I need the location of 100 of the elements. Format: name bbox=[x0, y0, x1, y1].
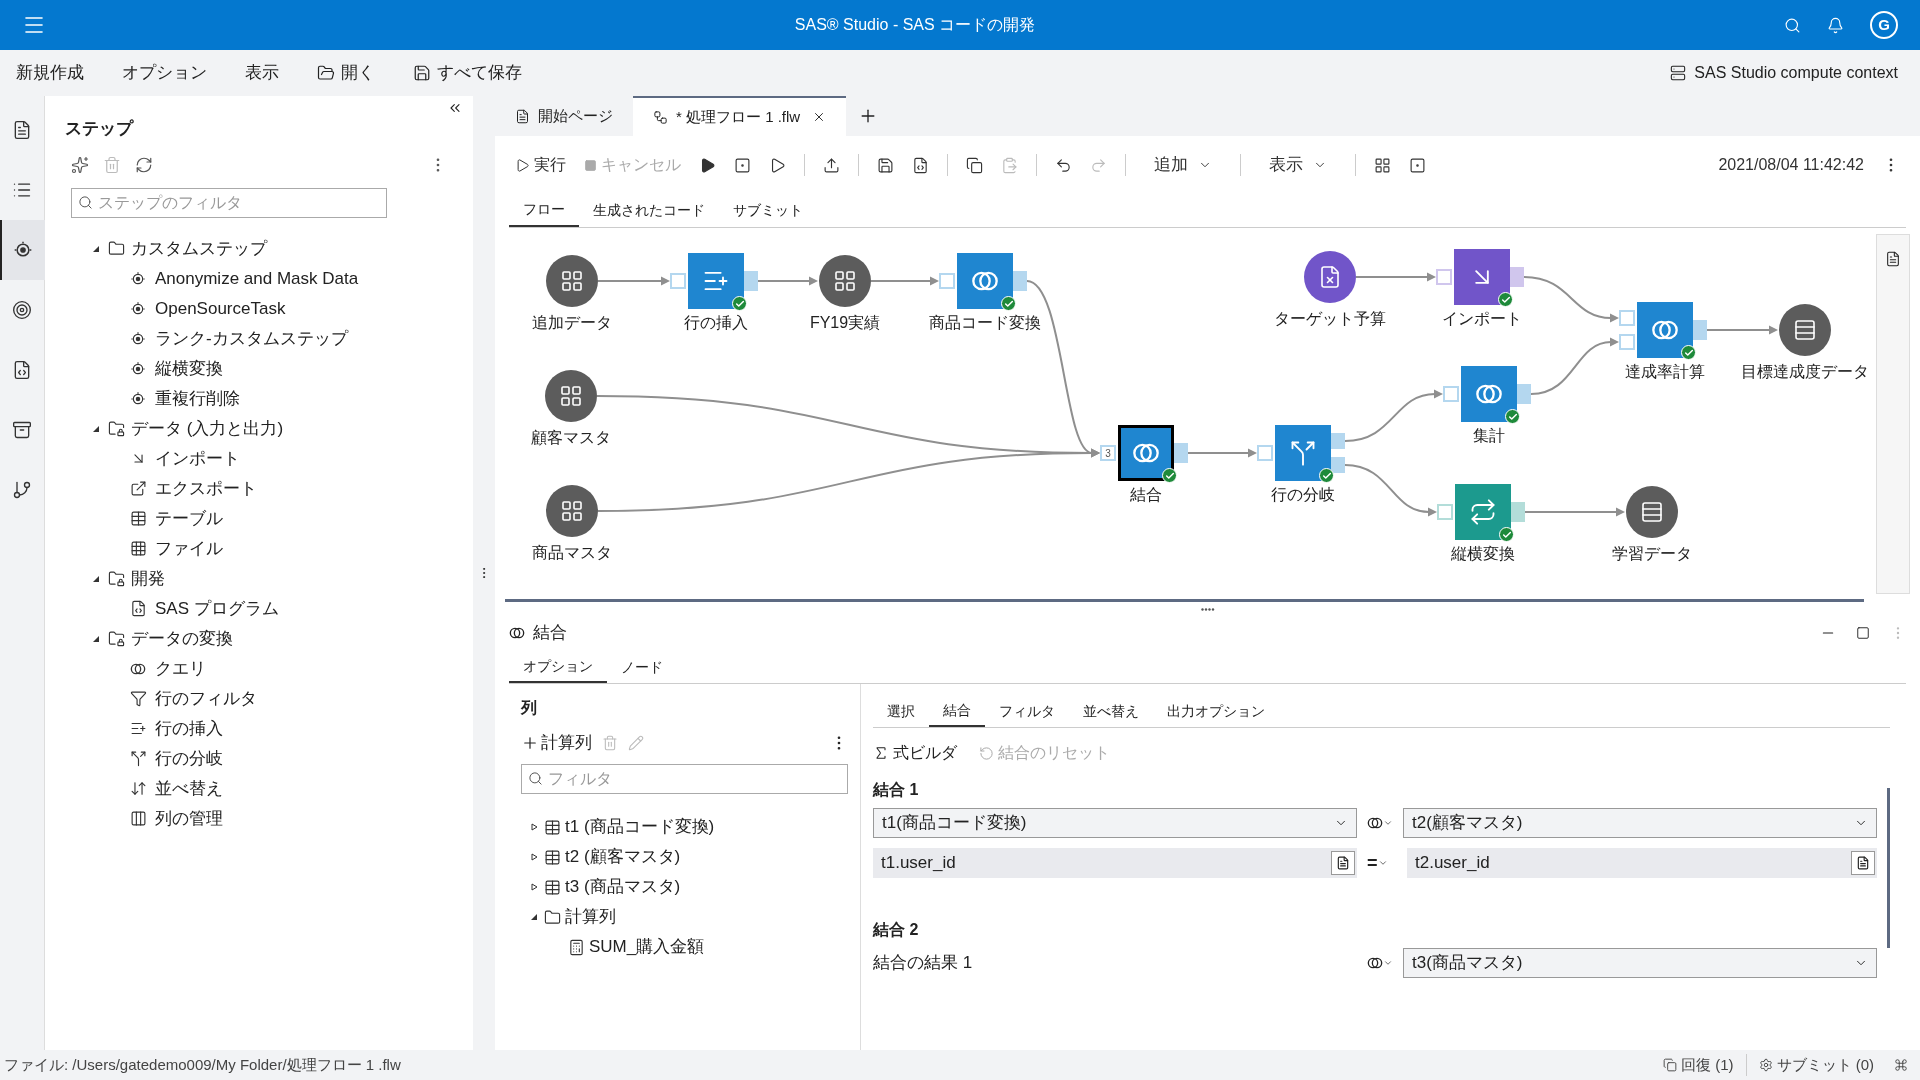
input-port[interactable] bbox=[1619, 334, 1635, 350]
join-type-icon[interactable] bbox=[1367, 955, 1383, 971]
step-item[interactable]: 行のフィルタ bbox=[155, 685, 257, 712]
data-node[interactable] bbox=[546, 485, 598, 537]
step-item[interactable]: OpenSourceTask bbox=[155, 295, 286, 322]
run-from-icon[interactable] bbox=[699, 156, 716, 174]
rail-button[interactable] bbox=[0, 220, 45, 280]
view-menu-button[interactable]: 表示 bbox=[1269, 152, 1303, 178]
collapsed-caret-icon[interactable] bbox=[529, 852, 539, 862]
input-port[interactable] bbox=[1436, 269, 1452, 285]
add-menu-button[interactable]: 追加 bbox=[1154, 152, 1188, 178]
menu-item[interactable]: オプション bbox=[122, 60, 207, 86]
data-node[interactable] bbox=[1626, 486, 1678, 538]
collapsed-caret-icon[interactable] bbox=[529, 822, 539, 832]
menu-item[interactable]: 開く bbox=[341, 60, 375, 86]
step-item[interactable]: 並べ替え bbox=[155, 775, 223, 802]
step-item[interactable]: 重複行削除 bbox=[155, 385, 240, 412]
step-item[interactable]: 列の管理 bbox=[155, 805, 223, 832]
bell-icon[interactable] bbox=[1827, 16, 1844, 34]
column-picker-icon[interactable] bbox=[1851, 851, 1875, 875]
key-field[interactable]: t2.user_id bbox=[1407, 848, 1877, 878]
column-group[interactable]: 計算列 bbox=[565, 904, 616, 930]
command-icon[interactable] bbox=[1894, 1058, 1908, 1072]
undo-icon[interactable] bbox=[1055, 156, 1072, 174]
new-step-icon[interactable] bbox=[71, 155, 89, 174]
join-type-icon[interactable] bbox=[1367, 815, 1383, 831]
operator-select[interactable]: = bbox=[1367, 849, 1378, 877]
document-tab[interactable]: 開始ページ bbox=[495, 96, 633, 136]
panel-tab[interactable]: オプション bbox=[509, 651, 607, 683]
data-node[interactable] bbox=[1304, 251, 1356, 303]
document-tab[interactable]: * 処理フロー 1 .flw bbox=[633, 96, 847, 136]
data-node[interactable] bbox=[1779, 304, 1831, 356]
tree-folder[interactable]: データの変換 bbox=[131, 625, 233, 652]
panel-tab[interactable]: フィルタ bbox=[985, 695, 1069, 727]
column-filter-field[interactable]: フィルタ bbox=[521, 764, 848, 794]
refresh-icon[interactable] bbox=[135, 155, 153, 174]
step-item[interactable]: ファイル bbox=[155, 535, 223, 562]
menu-item[interactable]: 表示 bbox=[245, 60, 279, 86]
column-group[interactable]: t1 (商品コード変換) bbox=[565, 814, 715, 840]
step-item[interactable]: エクスポート bbox=[155, 475, 257, 502]
view-tab[interactable]: フロー bbox=[509, 193, 579, 227]
panel-tab[interactable]: 並べ替え bbox=[1069, 695, 1153, 727]
input-port[interactable] bbox=[1619, 310, 1635, 326]
column-group[interactable]: t3 (商品マスタ) bbox=[565, 874, 681, 900]
step-item[interactable]: インポート bbox=[155, 445, 240, 472]
maximize-icon[interactable] bbox=[1856, 626, 1870, 640]
data-node[interactable] bbox=[546, 255, 598, 307]
column-picker-icon[interactable] bbox=[1331, 851, 1355, 875]
panel-tab[interactable]: ノード bbox=[607, 651, 677, 683]
menu-item[interactable]: すべて保存 bbox=[437, 60, 522, 86]
view-tab[interactable]: 生成されたコード bbox=[579, 193, 719, 227]
table-select[interactable]: t2(顧客マスタ) bbox=[1403, 808, 1877, 838]
input-port[interactable] bbox=[1437, 504, 1453, 520]
step-item[interactable]: Anonymize and Mask Data bbox=[155, 265, 359, 292]
recovery-button[interactable]: 回復 (1) bbox=[1681, 1053, 1734, 1077]
step-item[interactable]: 縦横変換 bbox=[155, 355, 223, 382]
submit-status-button[interactable]: サブミット (0) bbox=[1776, 1053, 1874, 1077]
grip-icon[interactable] bbox=[1200, 607, 1215, 611]
panel-tab[interactable]: 結合 bbox=[929, 695, 985, 727]
step-node[interactable] bbox=[1275, 425, 1331, 481]
input-port[interactable]: 3 bbox=[1100, 445, 1116, 461]
panel-tab[interactable]: 選択 bbox=[873, 695, 929, 727]
key-field[interactable]: t1.user_id bbox=[873, 848, 1357, 878]
input-port[interactable] bbox=[670, 273, 686, 289]
step-item[interactable]: 行の挿入 bbox=[155, 715, 223, 742]
side-panel-toggle[interactable] bbox=[1876, 234, 1910, 594]
data-node[interactable] bbox=[819, 255, 871, 307]
add-column-button[interactable]: 計算列 bbox=[541, 730, 592, 756]
grid-icon[interactable] bbox=[1374, 156, 1391, 174]
step-item[interactable]: SAS プログラム bbox=[155, 595, 279, 622]
step-node[interactable] bbox=[1461, 366, 1517, 422]
compute-context[interactable]: SAS Studio compute context bbox=[1694, 61, 1898, 85]
avatar[interactable]: G bbox=[1870, 11, 1898, 39]
menu-item[interactable]: 新規作成 bbox=[16, 60, 84, 86]
tree-folder[interactable]: データ (入力と出力) bbox=[131, 415, 284, 442]
run-to-icon[interactable] bbox=[769, 156, 786, 174]
input-port[interactable] bbox=[939, 273, 955, 289]
collapsed-caret-icon[interactable] bbox=[529, 882, 539, 892]
save-icon[interactable] bbox=[877, 156, 894, 174]
step-node[interactable] bbox=[957, 253, 1013, 309]
step-node[interactable] bbox=[688, 253, 744, 309]
step-item[interactable]: テーブル bbox=[155, 505, 223, 532]
tree-folder[interactable]: 開発 bbox=[131, 565, 165, 592]
input-port[interactable] bbox=[1257, 445, 1273, 461]
tree-folder[interactable]: カスタムステップ bbox=[131, 235, 267, 262]
fit-icon[interactable] bbox=[1409, 156, 1426, 174]
tab-label[interactable]: * 処理フロー 1 .flw bbox=[676, 105, 801, 129]
tab-label[interactable]: 開始ページ bbox=[538, 104, 613, 128]
panel-tab[interactable]: 出力オプション bbox=[1153, 695, 1279, 727]
expanded-caret-icon[interactable] bbox=[529, 912, 539, 922]
table-select[interactable]: t3(商品マスタ) bbox=[1403, 948, 1877, 978]
table-select[interactable]: t1(商品コード変換) bbox=[873, 808, 1357, 838]
step-item[interactable]: クエリ bbox=[155, 655, 206, 682]
data-node[interactable] bbox=[545, 370, 597, 422]
upload-icon[interactable] bbox=[823, 156, 840, 174]
input-port[interactable] bbox=[1443, 386, 1459, 402]
column-item[interactable]: SUM_購入金額 bbox=[589, 934, 705, 960]
step-node[interactable] bbox=[1118, 425, 1174, 481]
step-item[interactable]: ランク-カスタムステップ bbox=[155, 325, 348, 352]
steps-filter-field[interactable]: ステップのフィルタ bbox=[71, 187, 387, 218]
